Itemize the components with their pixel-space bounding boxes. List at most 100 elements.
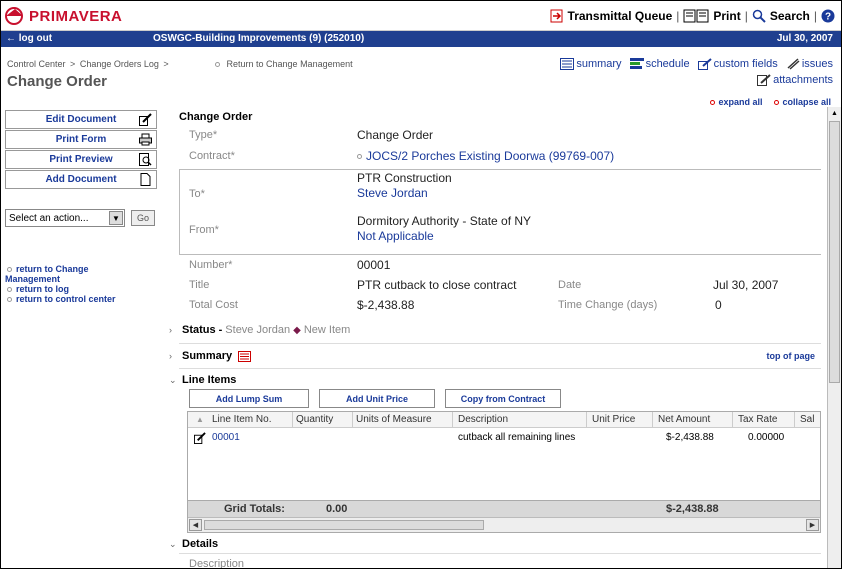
table-row[interactable]: 00001 cutback all remaining lines $-2,43…: [188, 430, 820, 446]
action-select[interactable]: Select an action... ▼: [5, 209, 125, 227]
custom-fields-label: custom fields: [713, 58, 778, 70]
collapse-all-label: collapse all: [782, 97, 831, 107]
search-link[interactable]: Search: [752, 9, 810, 23]
contract-label: Contract*: [189, 150, 235, 162]
edit-row-icon[interactable]: [194, 432, 206, 444]
add-lump-sum-button[interactable]: Add Lump Sum: [189, 389, 309, 408]
line-item-no-link[interactable]: 00001: [212, 432, 240, 443]
details-section-header[interactable]: ⌄ Details: [169, 538, 218, 550]
add-unit-price-button[interactable]: Add Unit Price: [319, 389, 435, 408]
grid-horizontal-scrollbar[interactable]: ◀ ▶: [188, 517, 820, 532]
collapse-all-link[interactable]: collapse all: [774, 97, 831, 107]
scroll-right-icon[interactable]: ▶: [806, 519, 819, 531]
time-change-label: Time Change (days): [558, 299, 658, 311]
scroll-thumb[interactable]: [829, 121, 840, 383]
status-person: Steve Jordan: [225, 324, 291, 336]
breadcrumb-control-center[interactable]: Control Center: [7, 59, 66, 69]
details-label: Details: [182, 538, 219, 550]
transmittal-label: Transmittal Queue: [567, 9, 673, 23]
print-form-button[interactable]: Print Form: [5, 130, 157, 149]
expand-all-link[interactable]: expand all: [710, 97, 762, 107]
left-action-panel: Edit Document Print Form Print Preview A…: [5, 110, 157, 190]
to-from-box: [179, 169, 821, 255]
line-items-section-header[interactable]: ⌄ Line Items: [169, 374, 236, 386]
grid-totals-row: Grid Totals: 0.00 $-2,438.88: [188, 500, 820, 517]
column-divider: [794, 412, 795, 428]
return-to-log-link[interactable]: return to log: [5, 284, 175, 294]
back-arrow-icon: ←: [6, 33, 16, 44]
col-description[interactable]: Description: [458, 414, 508, 425]
summary-section-header[interactable]: › Summary: [169, 350, 252, 362]
col-line-item-no[interactable]: Line Item No.: [212, 414, 271, 425]
return-change-label: return to Change: [16, 264, 89, 274]
add-document-button[interactable]: Add Document: [5, 170, 157, 189]
help-icon[interactable]: ?: [821, 9, 835, 23]
divider: [179, 343, 821, 344]
col-units-of-measure[interactable]: Units of Measure: [356, 414, 432, 425]
print-preview-icon: [139, 153, 152, 166]
column-divider: [452, 412, 453, 428]
breadcrumb-change-orders-log[interactable]: Change Orders Log: [80, 59, 159, 69]
chevron-right-icon: ›: [169, 325, 172, 335]
return-cc-label: return to control center: [16, 294, 116, 304]
col-net-amount[interactable]: Net Amount: [658, 414, 710, 425]
contract-value: JOCS/2 Porches Existing Doorwa (99769-00…: [366, 149, 615, 163]
date-label: Date: [558, 279, 582, 291]
attachments-tool[interactable]: attachments: [757, 74, 833, 86]
issues-icon: [787, 58, 800, 70]
transmittal-queue-link[interactable]: Transmittal Queue: [550, 9, 673, 23]
printer-icon: [139, 133, 152, 146]
document-icon: [140, 173, 151, 186]
scroll-left-icon[interactable]: ◀: [189, 519, 202, 531]
col-tax-rate[interactable]: Tax Rate: [738, 414, 777, 425]
cell-net-amount: $-2,438.88: [666, 432, 714, 443]
summary-label: summary: [576, 58, 622, 70]
total-cost-value: $-2,438.88: [357, 298, 415, 312]
return-to-control-center-link[interactable]: return to control center: [5, 294, 175, 304]
print-link[interactable]: Print: [683, 9, 741, 23]
contract-link[interactable]: JOCS/2 Porches Existing Doorwa (99769-00…: [357, 149, 614, 163]
status-section-header[interactable]: › Status - Steve Jordan ◆ New Item: [169, 324, 350, 336]
column-divider: [652, 412, 653, 428]
diamond-icon: ◆: [293, 324, 301, 336]
page-vertical-scrollbar[interactable]: ▲: [827, 107, 841, 568]
action-select-value: Select an action...: [9, 212, 89, 224]
line-items-grid: ▲ Line Item No. Quantity Units of Measur…: [187, 411, 821, 533]
schedule-tool[interactable]: schedule: [629, 58, 690, 70]
col-quantity[interactable]: Quantity: [296, 414, 333, 425]
col-unit-price[interactable]: Unit Price: [592, 414, 635, 425]
issues-tool[interactable]: issues: [786, 58, 833, 70]
column-divider: [586, 412, 587, 428]
print-label: Print: [713, 9, 741, 23]
chevron-right-icon: ›: [169, 351, 172, 361]
scroll-thumb[interactable]: [204, 520, 484, 530]
return-to-change-management-link[interactable]: Return to Change Management: [215, 59, 353, 69]
top-links: Transmittal Queue | Print | Search | ?: [550, 9, 835, 23]
time-change-value: 0: [715, 298, 722, 312]
document-tools: summary schedule custom fields issues: [552, 58, 833, 70]
transmittal-icon: [550, 9, 563, 23]
return-to-change-management-left-link[interactable]: return to Change Management: [5, 264, 175, 284]
logout-link[interactable]: ← log out: [6, 33, 52, 44]
line-item-buttons: Add Lump Sum Add Unit Price Copy from Co…: [189, 389, 571, 408]
copy-from-contract-button[interactable]: Copy from Contract: [445, 389, 561, 408]
divider: [179, 368, 821, 369]
custom-fields-tool[interactable]: custom fields: [697, 58, 778, 70]
from-person-link[interactable]: Not Applicable: [357, 229, 434, 243]
col-sales[interactable]: Sal: [800, 414, 814, 425]
scroll-up-icon[interactable]: ▲: [829, 108, 840, 120]
sort-arrow-icon[interactable]: ▲: [196, 415, 204, 424]
breadcrumb-separator: >: [70, 59, 76, 69]
print-preview-button[interactable]: Print Preview: [5, 150, 157, 169]
edit-document-button[interactable]: Edit Document: [5, 110, 157, 129]
primavera-logo-icon: [5, 7, 23, 25]
page-title: Change Order: [7, 73, 108, 90]
summary-tool[interactable]: summary: [560, 58, 622, 70]
top-of-page-link[interactable]: top of page: [767, 351, 816, 361]
to-person-link[interactable]: Steve Jordan: [357, 186, 428, 200]
go-button[interactable]: Go: [131, 210, 155, 226]
from-label: From*: [189, 224, 219, 236]
search-icon: [752, 9, 766, 23]
bullet-icon: [7, 287, 12, 292]
primavera-logo: PRIMAVERA: [5, 7, 122, 25]
